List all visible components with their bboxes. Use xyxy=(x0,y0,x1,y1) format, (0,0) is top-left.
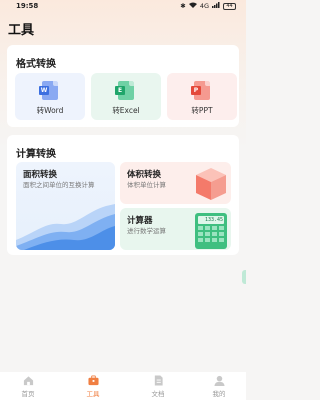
signal-bars-icon xyxy=(212,2,220,10)
calculator-button[interactable]: 计算器 进行数学运算 133.45 xyxy=(120,208,231,250)
wifi-icon xyxy=(188,2,197,10)
status-time: 19:58 xyxy=(16,2,39,10)
tab-tools[interactable]: 工具 xyxy=(73,375,113,398)
floating-side-tab[interactable] xyxy=(242,270,246,284)
tab-tools-label: 工具 xyxy=(86,390,100,398)
ppt-file-icon: P xyxy=(191,81,210,100)
convert-to-excel-button[interactable]: E 转Excel xyxy=(91,73,161,120)
convert-to-ppt-button[interactable]: P 转PPT xyxy=(167,73,237,120)
convert-to-word-label: 转Word xyxy=(36,106,64,115)
area-wave-icon xyxy=(16,204,115,250)
word-file-icon: W xyxy=(39,81,58,100)
section-title-calc: 计算转换 xyxy=(16,149,56,160)
battery-icon: 44 xyxy=(223,2,236,10)
volume-conversion-subtitle: 体积单位计算 xyxy=(127,181,166,189)
calculator-title: 计算器 xyxy=(127,216,153,226)
bottom-tab-bar: 首页 工具 文档 我的 xyxy=(0,372,246,400)
volume-conversion-button[interactable]: 体积转换 体积单位计算 xyxy=(120,162,231,204)
status-bar: 19:58 ✱ 4G 44 xyxy=(0,0,246,14)
convert-to-ppt-label: 转PPT xyxy=(191,106,213,115)
convert-to-word-button[interactable]: W 转Word xyxy=(15,73,85,120)
area-conversion-button[interactable]: 面积转换 面积之间单位的互换计算 xyxy=(16,162,115,250)
document-icon xyxy=(154,375,163,386)
convert-to-excel-label: 转Excel xyxy=(112,106,140,115)
excel-file-icon: E xyxy=(115,81,134,100)
tab-documents[interactable]: 文档 xyxy=(138,375,178,398)
toolbox-icon xyxy=(87,375,99,386)
tab-home-label: 首页 xyxy=(21,390,35,398)
user-icon xyxy=(213,375,225,386)
area-conversion-title: 面积转换 xyxy=(23,170,58,180)
calculator-subtitle: 进行数学运算 xyxy=(127,227,166,235)
bluetooth-icon: ✱ xyxy=(180,2,186,10)
cube-icon xyxy=(196,168,226,200)
tab-profile[interactable]: 我的 xyxy=(199,375,239,398)
section-title-format: 格式转换 xyxy=(16,59,56,70)
calculation-conversion-card: 计算转换 面积转换 面积之间单位的互换计算 体积转换 体积单位计算 计算器 进行… xyxy=(7,135,239,255)
tab-profile-label: 我的 xyxy=(212,390,226,398)
status-icons: ✱ 4G 44 xyxy=(180,2,236,10)
tab-documents-label: 文档 xyxy=(151,390,165,398)
signal-label: 4G xyxy=(199,2,209,10)
format-conversion-card: 格式转换 W 转Word E 转Excel P 转PPT xyxy=(7,45,239,127)
area-conversion-subtitle: 面积之间单位的互换计算 xyxy=(23,181,95,189)
calculator-display: 133.45 xyxy=(198,216,224,224)
home-icon xyxy=(23,376,33,386)
volume-conversion-title: 体积转换 xyxy=(127,170,162,180)
page-title: 工具 xyxy=(8,23,35,38)
calculator-icon: 133.45 xyxy=(195,213,227,249)
tab-home[interactable]: 首页 xyxy=(8,375,48,398)
